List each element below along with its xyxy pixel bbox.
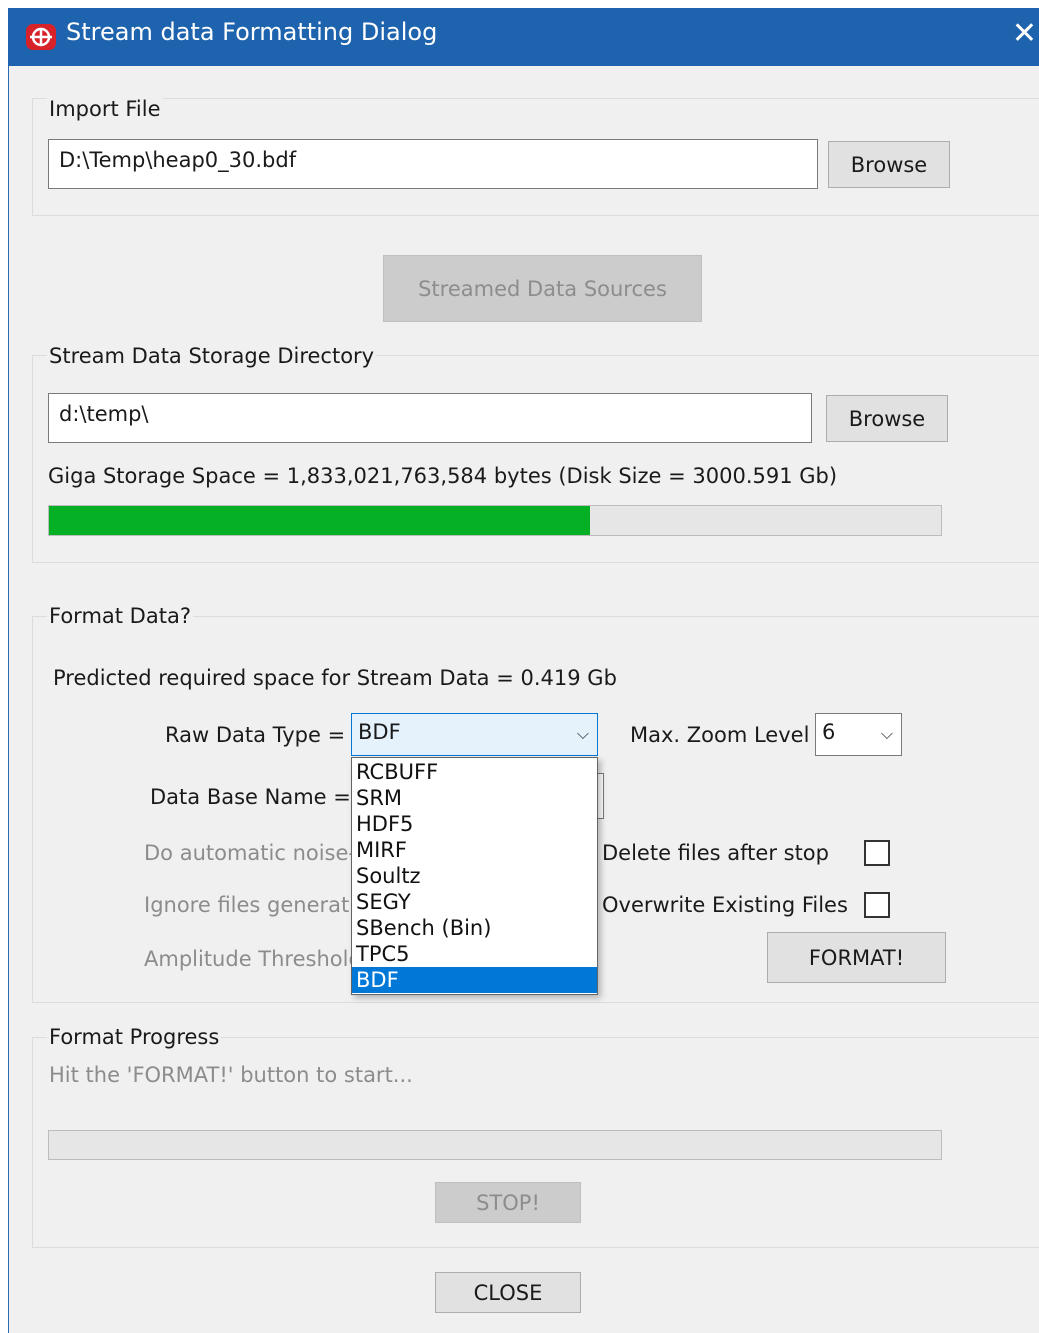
import-file-label: Import File xyxy=(47,97,163,121)
chevron-down-icon: ⌵ xyxy=(576,724,589,743)
ignore-files-label: Ignore files generatin xyxy=(144,893,369,917)
dropdown-option[interactable]: RCBUFF xyxy=(352,759,597,785)
max-zoom-label: Max. Zoom Level xyxy=(630,723,810,747)
format-button[interactable]: FORMAT! xyxy=(767,932,946,983)
app-icon xyxy=(26,24,56,50)
dropdown-option[interactable]: HDF5 xyxy=(352,811,597,837)
storage-directory-label: Stream Data Storage Directory xyxy=(47,344,377,368)
import-browse-button[interactable]: Browse xyxy=(828,141,950,188)
format-progress-label: Format Progress xyxy=(47,1025,222,1049)
database-name-label: Data Base Name = xyxy=(150,785,351,809)
raw-data-type-label: Raw Data Type = xyxy=(165,723,346,747)
import-file-path-input[interactable]: D:\Temp\heap0_30.bdf xyxy=(48,139,818,189)
stop-button[interactable]: STOP! xyxy=(435,1182,581,1223)
predicted-space-text: Predicted required space for Stream Data… xyxy=(53,666,617,690)
delete-files-label: Delete files after stop xyxy=(602,841,829,865)
format-progress-bar xyxy=(48,1130,942,1160)
storage-browse-button[interactable]: Browse xyxy=(826,395,948,442)
progress-status-text: Hit the 'FORMAT!' button to start... xyxy=(49,1063,413,1087)
chevron-down-icon: ⌵ xyxy=(880,724,893,743)
noise-option-label: Do automatic noise-sp xyxy=(144,841,381,865)
storage-space-text: Giga Storage Space = 1,833,021,763,584 b… xyxy=(48,464,838,488)
window-title: Stream data Formatting Dialog xyxy=(66,18,438,46)
dropdown-option[interactable]: SRM xyxy=(352,785,597,811)
raw-data-type-value: BDF xyxy=(358,720,401,744)
dropdown-option[interactable]: SEGY xyxy=(352,889,597,915)
amplitude-threshold-label: Amplitude Threshold: xyxy=(144,947,369,971)
delete-files-checkbox[interactable] xyxy=(864,840,890,866)
overwrite-files-label: Overwrite Existing Files xyxy=(602,893,848,917)
close-button[interactable]: CLOSE xyxy=(435,1272,581,1313)
close-window-icon[interactable]: ✕ xyxy=(1010,16,1039,52)
dropdown-option[interactable]: MIRF xyxy=(352,837,597,863)
dropdown-option[interactable]: SBench (Bin) xyxy=(352,915,597,941)
dropdown-option[interactable]: BDF xyxy=(352,967,597,993)
dropdown-option[interactable]: Soultz xyxy=(352,863,597,889)
format-data-label: Format Data? xyxy=(47,604,193,628)
raw-data-type-dropdown[interactable]: RCBUFF SRM HDF5 MIRF Soultz SEGY SBench (Bin) T… xyxy=(351,757,598,995)
storage-usage-fill xyxy=(49,506,591,535)
max-zoom-value: 6 xyxy=(822,720,836,744)
streamed-data-sources-button[interactable]: Streamed Data Sources xyxy=(383,255,702,322)
raw-data-type-select[interactable]: BDF ⌵ xyxy=(351,713,598,756)
overwrite-files-checkbox[interactable] xyxy=(864,892,890,918)
storage-path-input[interactable]: d:\temp\ xyxy=(48,393,812,443)
max-zoom-select[interactable]: 6 ⌵ xyxy=(815,713,902,756)
dropdown-option[interactable]: TPC5 xyxy=(352,941,597,967)
storage-usage-bar xyxy=(48,505,942,536)
